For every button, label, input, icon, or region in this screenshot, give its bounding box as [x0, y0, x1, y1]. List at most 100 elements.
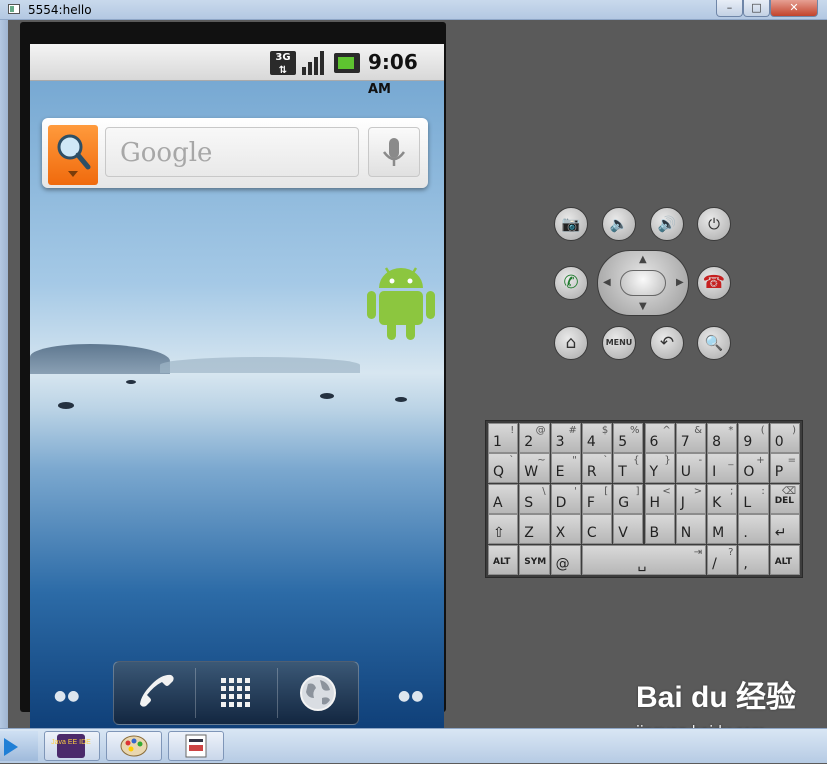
- dock-browser-button[interactable]: [278, 662, 358, 724]
- voice-search-button[interactable]: [368, 127, 420, 177]
- key-4-0[interactable]: ALT: [488, 544, 519, 575]
- key-2-2[interactable]: D ': [550, 483, 581, 514]
- key-2-1[interactable]: S \: [519, 483, 550, 514]
- dock-phone-button[interactable]: [114, 662, 194, 724]
- key-1-4[interactable]: T{: [613, 453, 644, 484]
- page-indicator-right: ●●: [398, 688, 425, 704]
- key-3-8[interactable]: .: [738, 514, 769, 545]
- call-button[interactable]: ✆: [554, 266, 588, 300]
- key-0-3[interactable]: 4 $: [581, 423, 613, 453]
- key-label: U: [680, 464, 692, 481]
- clock-ampm: AM: [368, 82, 391, 97]
- key-1-5[interactable]: Y}: [644, 453, 675, 484]
- taskbar-paint[interactable]: [106, 731, 162, 761]
- key-0-6[interactable]: 7 &: [675, 423, 707, 453]
- key-1-7[interactable]: I _: [707, 453, 738, 484]
- key-2-5[interactable]: H <: [644, 483, 675, 514]
- key-3-2[interactable]: X: [550, 514, 581, 545]
- key-2-8[interactable]: L:: [738, 483, 769, 514]
- menu-button[interactable]: MENU: [602, 326, 636, 360]
- end-call-button[interactable]: ☎: [697, 266, 731, 300]
- key-label: V: [618, 525, 628, 542]
- key-3-3[interactable]: C: [581, 514, 613, 545]
- key-2-4[interactable]: G]: [613, 483, 644, 514]
- window-titlebar: 5554:hello – □ ✕: [0, 0, 827, 20]
- key-1-2[interactable]: E ": [550, 453, 581, 484]
- key-0-8[interactable]: 9(: [738, 423, 769, 453]
- key-4-1[interactable]: SYM: [519, 544, 550, 575]
- key-3-7[interactable]: M: [707, 514, 738, 545]
- key-4-5[interactable]: ,: [738, 544, 769, 575]
- start-button[interactable]: [0, 731, 38, 761]
- dpad-up-icon[interactable]: ▲: [639, 254, 647, 265]
- dpad-left-icon[interactable]: ◀: [603, 277, 611, 288]
- taskbar-java-ee-ide[interactable]: Java EE IDE: [44, 731, 100, 761]
- home-button[interactable]: ⌂: [554, 326, 588, 360]
- key-3-5[interactable]: B: [644, 514, 675, 545]
- key-label: SYM: [524, 556, 547, 567]
- key-4-2[interactable]: @: [550, 544, 581, 575]
- status-bar[interactable]: 3G ⇅ 9:06 AM: [30, 44, 444, 97]
- space-key[interactable]: ␣ ⇥: [581, 544, 707, 575]
- key-label: 1: [493, 434, 502, 450]
- dock-app-drawer-button[interactable]: [196, 662, 276, 724]
- search-button[interactable]: 🔍: [697, 326, 731, 360]
- key-3-6[interactable]: N: [675, 514, 707, 545]
- key-3-9[interactable]: ↵: [769, 514, 800, 545]
- taskbar-document[interactable]: [168, 731, 224, 761]
- key-4-6[interactable]: ALT: [769, 544, 800, 575]
- wallpaper-rock: [395, 397, 407, 402]
- key-2-6[interactable]: J >: [675, 483, 707, 514]
- key-1-0[interactable]: Q `: [488, 453, 519, 484]
- key-0-1[interactable]: 2 @: [519, 423, 550, 453]
- signal-strength-icon: [302, 51, 326, 75]
- key-3-1[interactable]: Z: [519, 514, 550, 545]
- search-engine-button[interactable]: [48, 125, 98, 185]
- key-0-2[interactable]: 3 #: [550, 423, 581, 453]
- key-3-4[interactable]: V: [613, 514, 644, 545]
- minimize-button[interactable]: –: [716, 0, 743, 17]
- key-alt-label: [: [604, 485, 609, 497]
- key-3-0[interactable]: ⇧: [488, 514, 519, 545]
- dpad-center-button[interactable]: [620, 270, 666, 296]
- power-button[interactable]: ⏻: [697, 207, 731, 241]
- dpad[interactable]: ▲ ▼ ◀ ▶: [597, 250, 689, 316]
- close-button[interactable]: ✕: [770, 0, 818, 17]
- dpad-right-icon[interactable]: ▶: [676, 277, 684, 288]
- key-0-5[interactable]: 6 ^: [644, 423, 675, 453]
- key-label: 8: [712, 434, 722, 450]
- phone-screen[interactable]: 3G ⇅ 9:06 AM Google ●● ●●: [30, 44, 444, 730]
- key-alt-label: }: [664, 455, 671, 467]
- key-1-9[interactable]: P =: [769, 453, 800, 484]
- back-button[interactable]: ↶: [650, 326, 684, 360]
- key-alt-label: \: [542, 485, 546, 497]
- android-app-icon[interactable]: [366, 260, 436, 342]
- maximize-button[interactable]: □: [743, 0, 770, 17]
- key-4-4[interactable]: /?: [707, 544, 738, 575]
- key-2-0[interactable]: A: [488, 483, 519, 514]
- key-0-4[interactable]: 5%: [613, 423, 644, 453]
- key-1-1[interactable]: W ~: [519, 453, 550, 484]
- key-alt-label: ?: [728, 546, 734, 558]
- key-2-9[interactable]: DEL ⌫: [769, 483, 800, 514]
- key-label: 9: [743, 434, 753, 450]
- dpad-down-icon[interactable]: ▼: [639, 301, 647, 312]
- camera-button[interactable]: 📷: [554, 207, 588, 241]
- key-1-6[interactable]: U-: [675, 453, 707, 484]
- volume-down-button[interactable]: 🔈: [602, 207, 636, 241]
- key-alt-label: =: [787, 455, 796, 467]
- volume-up-button[interactable]: 🔊: [650, 207, 684, 241]
- key-0-9[interactable]: 0): [769, 423, 800, 453]
- magnifier-icon: [57, 134, 91, 177]
- key-0-7[interactable]: 8 *: [707, 423, 738, 453]
- document-icon: [185, 734, 207, 758]
- key-0-0[interactable]: 1!: [488, 423, 519, 453]
- key-1-8[interactable]: O +: [738, 453, 769, 484]
- key-2-7[interactable]: K;: [707, 483, 738, 514]
- key-label: P: [774, 464, 784, 481]
- window-left-border: [0, 20, 8, 728]
- search-input[interactable]: Google: [105, 127, 359, 177]
- key-2-3[interactable]: F[: [581, 483, 613, 514]
- key-1-3[interactable]: R `: [581, 453, 613, 484]
- key-label: E: [555, 464, 565, 481]
